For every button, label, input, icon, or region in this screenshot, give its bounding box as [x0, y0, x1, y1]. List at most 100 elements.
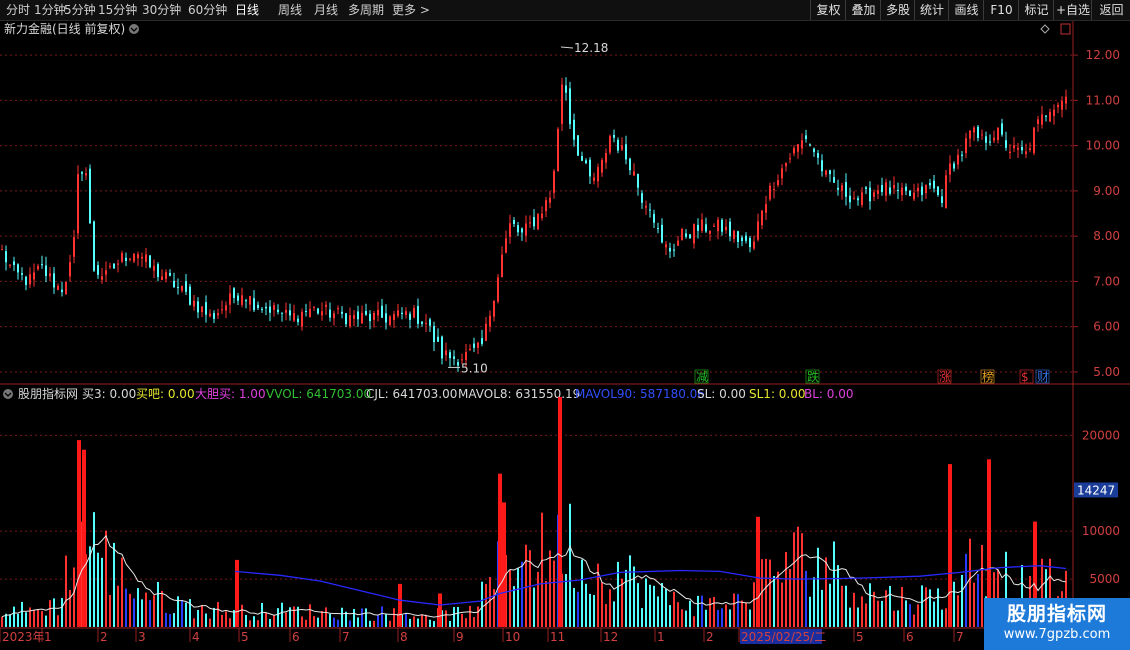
indicator-value-1: 买3: 0.00 — [82, 387, 136, 401]
diamond-icon[interactable] — [1040, 24, 1050, 34]
candles — [1, 77, 1067, 372]
volume-bar — [605, 604, 607, 627]
candle-body — [261, 308, 263, 310]
candle-body — [1, 249, 3, 251]
candle-body — [77, 174, 79, 234]
toolbar-button-8[interactable]: 返回 — [1091, 0, 1130, 20]
candle-body — [5, 251, 7, 263]
candle-body — [341, 311, 343, 314]
volume-bar — [809, 596, 811, 627]
volume-bar — [633, 566, 635, 627]
stock-chart[interactable]: 新力金融(日线 前复权) 12.00 11.00 10.00 9.00 8.00 7.00 6… — [0, 21, 1130, 650]
volume-bar — [341, 607, 343, 627]
panel-toggle-icon[interactable] — [1060, 23, 1071, 35]
candle-body — [809, 144, 811, 146]
watermark-line1: 股朋指标网 — [1006, 603, 1107, 625]
candle-body — [369, 313, 371, 322]
candle-body — [825, 170, 827, 175]
candle-body — [361, 312, 363, 324]
candle-body — [589, 159, 591, 177]
volume-bar — [625, 569, 627, 627]
candle-body — [545, 200, 547, 212]
toolbar-button-6[interactable]: 标记 — [1018, 0, 1054, 20]
toolbar-button-4[interactable]: 画线 — [948, 0, 984, 20]
candle-body — [293, 313, 295, 321]
volume-bar — [753, 582, 755, 627]
x-axis-label: 7 — [956, 630, 964, 644]
candle-body — [845, 182, 847, 197]
volume-bar — [353, 608, 355, 627]
period-tab-8[interactable]: 月线 — [314, 0, 338, 20]
volume-bar — [717, 609, 719, 627]
candle-body — [653, 213, 655, 223]
price-tick-label: 11.00 — [1086, 93, 1120, 107]
volume-bar — [937, 588, 939, 627]
volume-bar — [405, 613, 407, 627]
dropdown-icon[interactable] — [129, 24, 139, 34]
candle-body — [313, 306, 315, 308]
candle-body — [217, 313, 219, 316]
volume-bar — [1, 616, 3, 627]
candle-body — [449, 352, 451, 358]
candle-body — [205, 302, 207, 315]
candle-body — [1065, 96, 1067, 104]
candle-body — [645, 205, 647, 208]
x-axis-label: 4 — [192, 630, 200, 644]
volume-bar — [149, 600, 151, 627]
event-marker: 榜 — [982, 369, 994, 384]
candle-body — [381, 305, 383, 318]
volume-bar — [97, 552, 99, 627]
volume-bar — [161, 590, 163, 627]
candle-body — [437, 336, 439, 342]
volume-bar — [785, 551, 787, 627]
volume-bar — [537, 571, 539, 627]
volume-bar — [413, 616, 415, 627]
toolbar-button-7[interactable]: +自选 — [1053, 0, 1092, 20]
volume-bar — [417, 618, 419, 627]
volume-bar — [137, 588, 139, 627]
toolbar-button-3[interactable]: 统计 — [914, 0, 949, 20]
period-tab-4[interactable]: 30分钟 — [142, 0, 181, 20]
volume-bar — [317, 617, 319, 627]
candle-body — [273, 305, 275, 310]
candle-body — [509, 223, 511, 237]
candle-body — [233, 288, 235, 298]
candle-body — [389, 316, 391, 325]
volume-bar — [909, 604, 911, 627]
toolbar-button-2[interactable]: 多股 — [880, 0, 915, 20]
toolbar-button-0[interactable]: 复权 — [810, 0, 846, 20]
period-tab-3[interactable]: 15分钟 — [98, 0, 137, 20]
volume-bar — [781, 582, 783, 627]
period-tab-6[interactable]: 日线 — [235, 0, 259, 20]
candle-body — [197, 301, 199, 313]
candle-body — [53, 273, 55, 288]
candle-body — [785, 162, 787, 167]
volume-bar — [453, 607, 455, 627]
candle-body — [929, 182, 931, 186]
volume-bar — [37, 609, 39, 627]
x-axis-label: 3 — [138, 630, 146, 644]
candle-body — [161, 276, 163, 280]
toolbar-button-5[interactable]: F10 — [983, 0, 1019, 20]
toolbar-button-1[interactable]: 叠加 — [845, 0, 881, 20]
indicator-value-0: 股朋指标网 — [18, 386, 78, 401]
indicator-dropdown-icon[interactable] — [3, 389, 13, 399]
candle-body — [137, 254, 139, 259]
candle-body — [441, 336, 443, 359]
candle-body — [693, 224, 695, 244]
period-tab-5[interactable]: 60分钟 — [188, 0, 227, 20]
price-tick-label: 9.00 — [1093, 184, 1120, 198]
period-tab-9[interactable]: 多周期 — [348, 0, 384, 20]
candle-body — [553, 171, 555, 193]
candle-body — [93, 221, 95, 271]
period-tab-2[interactable]: 5分钟 — [64, 0, 96, 20]
period-tab-7[interactable]: 周线 — [278, 0, 302, 20]
volume-bar — [665, 588, 667, 627]
candle-body — [481, 338, 483, 344]
period-tab-10[interactable]: 更多 > — [392, 0, 430, 20]
period-tab-1[interactable]: 1分钟 — [34, 0, 66, 20]
period-tab-0[interactable]: 分时 — [6, 0, 30, 20]
volume-bar — [257, 620, 259, 627]
candle-body — [257, 304, 259, 309]
volume-bar — [777, 571, 779, 627]
